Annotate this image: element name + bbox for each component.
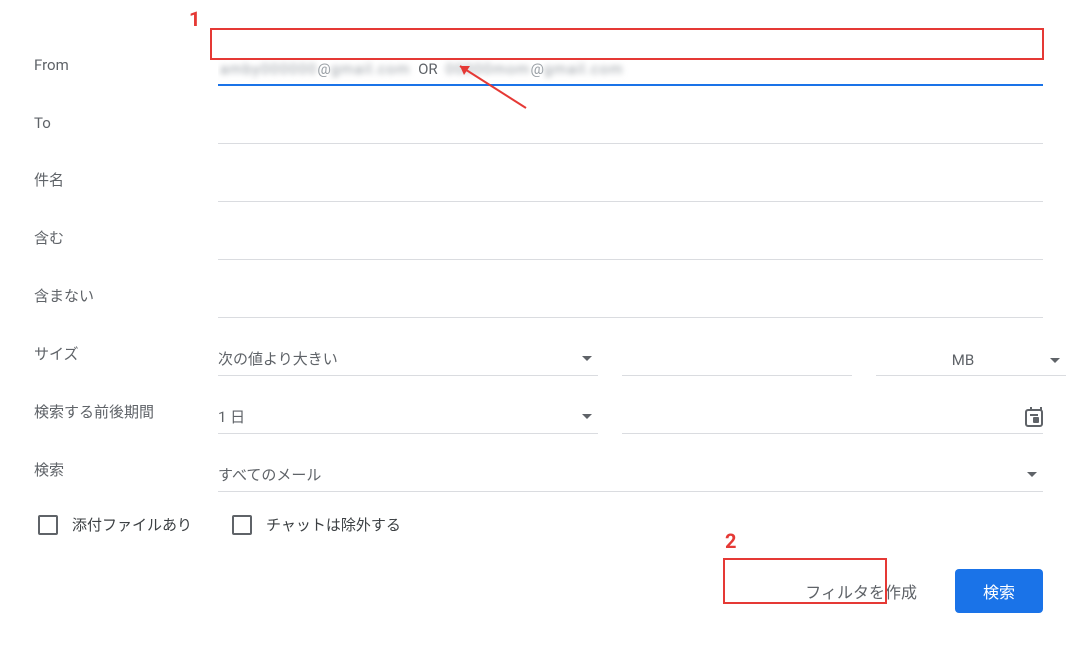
calendar-icon[interactable] — [1025, 409, 1043, 427]
checkbox-exclude-chats[interactable]: チャットは除外する — [232, 514, 401, 535]
row-has-words: 含む — [34, 202, 1043, 260]
date-range-value: 1 日 — [218, 406, 582, 427]
subject-input[interactable] — [218, 172, 1043, 202]
checkbox-icon — [232, 515, 252, 535]
not-has-words-input[interactable] — [218, 288, 1043, 318]
caret-down-icon — [1050, 358, 1060, 363]
size-amount-input[interactable] — [622, 346, 852, 376]
search-scope-select[interactable]: すべてのメール — [218, 458, 1043, 492]
label-date: 検索する前後期間 — [34, 401, 218, 434]
checkbox-exclude-chats-label: チャットは除外する — [266, 514, 401, 535]
caret-down-icon — [582, 414, 592, 419]
label-size: サイズ — [34, 343, 218, 376]
checkbox-has-attachment[interactable]: 添付ファイルあり — [38, 514, 192, 535]
caret-down-icon — [582, 356, 592, 361]
date-input-wrap[interactable] — [622, 403, 1043, 434]
label-search-scope: 検索 — [34, 459, 218, 492]
or-operator: OR — [418, 60, 438, 78]
label-subject: 件名 — [34, 169, 218, 202]
row-subject: 件名 — [34, 144, 1043, 202]
size-unit-select[interactable]: MB — [876, 345, 1066, 376]
search-button[interactable]: 検索 — [955, 569, 1043, 613]
checkbox-icon — [38, 515, 58, 535]
caret-down-icon — [1027, 472, 1037, 477]
row-to: To — [34, 86, 1043, 144]
from-input[interactable]: amby000000@gmail.com OR 00000mom@gmail.c… — [218, 54, 1043, 86]
label-not-has-words: 含まない — [34, 285, 218, 318]
date-range-select[interactable]: 1 日 — [218, 400, 598, 434]
to-input[interactable] — [218, 114, 1043, 144]
size-unit-value: MB — [876, 351, 1050, 369]
has-words-input[interactable] — [218, 230, 1043, 260]
row-from: From amby000000@gmail.com OR 00000mom@gm… — [34, 28, 1043, 86]
checkbox-row: 添付ファイルあり チャットは除外する — [34, 514, 1043, 535]
row-not-has-words: 含まない — [34, 260, 1043, 318]
search-scope-value: すべてのメール — [218, 464, 1027, 485]
size-comparator-value: 次の値より大きい — [218, 348, 582, 369]
button-row: フィルタを作成 検索 — [34, 569, 1043, 613]
label-has-words: 含む — [34, 227, 218, 260]
label-to: To — [34, 114, 218, 144]
label-from: From — [34, 56, 218, 86]
size-comparator-select[interactable]: 次の値より大きい — [218, 342, 598, 376]
row-search-scope: 検索 すべてのメール — [34, 434, 1043, 492]
create-filter-button[interactable]: フィルタを作成 — [785, 569, 937, 613]
row-size: サイズ 次の値より大きい MB — [34, 318, 1043, 376]
date-input[interactable] — [622, 410, 1025, 427]
row-date: 検索する前後期間 1 日 — [34, 376, 1043, 434]
checkbox-has-attachment-label: 添付ファイルあり — [72, 514, 192, 535]
